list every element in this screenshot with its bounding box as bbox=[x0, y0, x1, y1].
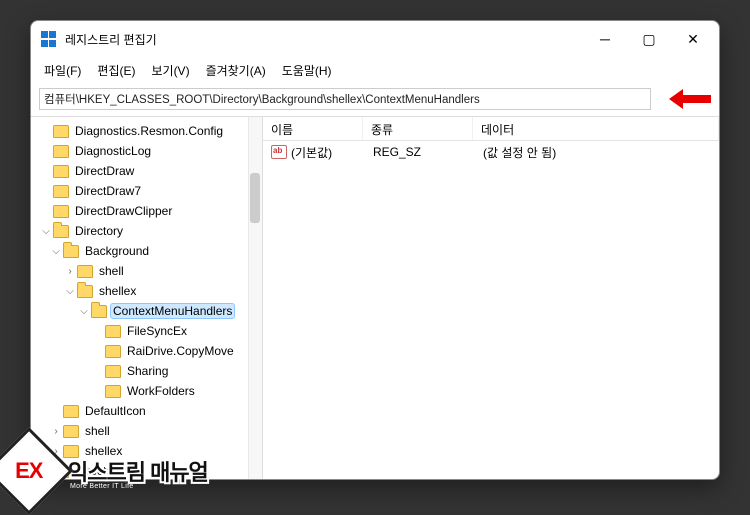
tree-node-label: shellex bbox=[97, 284, 138, 298]
tree-node-label: WorkFolders bbox=[125, 384, 197, 398]
tree-node-label: DirectDraw bbox=[73, 164, 136, 178]
folder-icon bbox=[63, 245, 79, 258]
scrollbar[interactable] bbox=[248, 117, 262, 479]
folder-icon bbox=[53, 225, 69, 238]
list-row[interactable]: (기본값)REG_SZ(값 설정 안 됨) bbox=[263, 141, 719, 163]
tree-node-label: ContextMenuHandlers bbox=[111, 304, 234, 318]
content-area: Diagnostics.Resmon.Config DiagnosticLog Di… bbox=[31, 117, 719, 479]
registry-editor-window: 레지스트리 편집기 ─ ▢ ✕ 파일(F) 편집(E) 보기(V) 즐겨찾기(A… bbox=[30, 20, 720, 480]
folder-icon bbox=[77, 265, 93, 278]
tree-node[interactable]: DefaultIcon bbox=[35, 401, 262, 421]
tree-node[interactable]: WorkFolders bbox=[35, 381, 262, 401]
address-bar[interactable]: 컴퓨터\HKEY_CLASSES_ROOT\Directory\Backgrou… bbox=[39, 88, 651, 110]
watermark: EX 익스트림 매뉴얼 More Better IT Life bbox=[0, 440, 214, 502]
folder-icon bbox=[53, 205, 69, 218]
tree-node-label: DirectDraw7 bbox=[73, 184, 143, 198]
folder-icon bbox=[63, 425, 79, 438]
string-value-icon bbox=[271, 145, 287, 159]
tree-node-label: Sharing bbox=[125, 364, 170, 378]
folder-icon bbox=[53, 185, 69, 198]
tree-node-label: RaiDrive.CopyMove bbox=[125, 344, 236, 358]
menu-help[interactable]: 도움말(H) bbox=[275, 59, 339, 82]
window-controls: ─ ▢ ✕ bbox=[583, 23, 715, 55]
menu-file[interactable]: 파일(F) bbox=[37, 59, 88, 82]
tree-node-label: FileSyncEx bbox=[125, 324, 189, 338]
cell-data: (값 설정 안 됨) bbox=[475, 144, 719, 161]
tree-node[interactable]: ⌵ Directory bbox=[35, 221, 262, 241]
tree-node-label: Background bbox=[83, 244, 151, 258]
tree-node-label: Diagnostics.Resmon.Config bbox=[73, 124, 225, 138]
tree-node[interactable]: ⌵ ContextMenuHandlers bbox=[35, 301, 262, 321]
tree-node[interactable]: ⌵ Background bbox=[35, 241, 262, 261]
tree-node-label: shell bbox=[83, 424, 112, 438]
tree-node[interactable]: Sharing bbox=[35, 361, 262, 381]
menu-view[interactable]: 보기(V) bbox=[144, 59, 196, 82]
window-title: 레지스트리 편집기 bbox=[65, 31, 583, 48]
chevron-down-icon[interactable]: ⌵ bbox=[77, 306, 91, 317]
menu-favorites[interactable]: 즐겨찾기(A) bbox=[199, 59, 273, 82]
close-button[interactable]: ✕ bbox=[671, 23, 715, 55]
chevron-down-icon[interactable]: ⌵ bbox=[49, 246, 63, 257]
cell-type: REG_SZ bbox=[365, 145, 475, 159]
tree-node[interactable]: RaiDrive.CopyMove bbox=[35, 341, 262, 361]
folder-icon bbox=[53, 125, 69, 138]
menubar: 파일(F) 편집(E) 보기(V) 즐겨찾기(A) 도움말(H) bbox=[31, 57, 719, 84]
tree-node-label: shell bbox=[97, 264, 126, 278]
folder-icon bbox=[91, 305, 107, 318]
app-icon bbox=[41, 31, 57, 47]
chevron-right-icon[interactable]: › bbox=[49, 426, 63, 437]
chevron-right-icon[interactable]: › bbox=[63, 266, 77, 277]
column-name[interactable]: 이름 bbox=[263, 117, 363, 140]
address-bar-row: 컴퓨터\HKEY_CLASSES_ROOT\Directory\Backgrou… bbox=[31, 84, 719, 117]
tree-node-label: Directory bbox=[73, 224, 125, 238]
folder-icon bbox=[105, 325, 121, 338]
tree-node[interactable]: › shell bbox=[35, 261, 262, 281]
column-type[interactable]: 종류 bbox=[363, 117, 473, 140]
folder-icon bbox=[105, 385, 121, 398]
tree-node-label: DirectDrawClipper bbox=[73, 204, 174, 218]
tree-pane[interactable]: Diagnostics.Resmon.Config DiagnosticLog Di… bbox=[31, 117, 263, 479]
tree-node[interactable]: ⌵ shellex bbox=[35, 281, 262, 301]
menu-edit[interactable]: 편집(E) bbox=[90, 59, 142, 82]
list-header[interactable]: 이름 종류 데이터 bbox=[263, 117, 719, 141]
folder-icon bbox=[53, 165, 69, 178]
callout-arrow-icon bbox=[669, 89, 711, 109]
watermark-text: 익스트림 매뉴얼 More Better IT Life bbox=[50, 451, 214, 492]
folder-icon bbox=[105, 345, 121, 358]
tree-node-label: DefaultIcon bbox=[83, 404, 148, 418]
list-pane[interactable]: 이름 종류 데이터 (기본값)REG_SZ(값 설정 안 됨) bbox=[263, 117, 719, 479]
tree-node[interactable]: DirectDrawClipper bbox=[35, 201, 262, 221]
minimize-button[interactable]: ─ bbox=[583, 23, 627, 55]
chevron-down-icon[interactable]: ⌵ bbox=[39, 226, 53, 237]
tree-node[interactable]: FileSyncEx bbox=[35, 321, 262, 341]
scrollbar-thumb[interactable] bbox=[250, 173, 260, 223]
tree-node[interactable]: DirectDraw7 bbox=[35, 181, 262, 201]
folder-icon bbox=[63, 405, 79, 418]
watermark-logo: EX bbox=[0, 427, 73, 515]
titlebar[interactable]: 레지스트리 편집기 ─ ▢ ✕ bbox=[31, 21, 719, 57]
chevron-down-icon[interactable]: ⌵ bbox=[63, 286, 77, 297]
maximize-button[interactable]: ▢ bbox=[627, 23, 671, 55]
tree-node[interactable]: DiagnosticLog bbox=[35, 141, 262, 161]
cell-name: (기본값) bbox=[291, 144, 365, 161]
folder-icon bbox=[53, 145, 69, 158]
tree-node[interactable]: DirectDraw bbox=[35, 161, 262, 181]
folder-icon bbox=[105, 365, 121, 378]
tree-node-label: DiagnosticLog bbox=[73, 144, 153, 158]
folder-icon bbox=[77, 285, 93, 298]
column-data[interactable]: 데이터 bbox=[473, 117, 719, 140]
tree-node[interactable]: Diagnostics.Resmon.Config bbox=[35, 121, 262, 141]
tree-node[interactable]: › shell bbox=[35, 421, 262, 441]
